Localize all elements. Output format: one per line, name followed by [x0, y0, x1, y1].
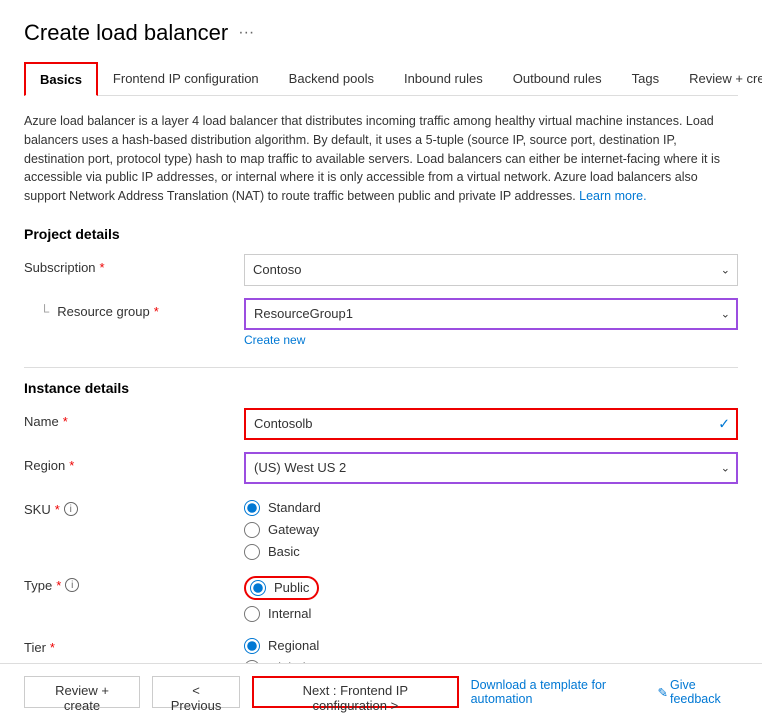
- type-control: Public Internal: [244, 572, 738, 622]
- sku-standard-label: Standard: [268, 500, 321, 515]
- region-control: (US) West US 2 ⌄: [244, 452, 738, 484]
- instance-details-title: Instance details: [24, 380, 738, 396]
- tab-frontend-ip[interactable]: Frontend IP configuration: [98, 62, 274, 96]
- tier-regional-option[interactable]: Regional: [244, 638, 738, 654]
- subscription-label: Subscription *: [24, 254, 244, 275]
- name-input[interactable]: [244, 408, 738, 440]
- type-radio-group: Public Internal: [244, 572, 738, 622]
- resource-group-required: *: [154, 304, 159, 319]
- resource-group-row: Resource group * ResourceGroup1 ⌄ Create…: [24, 298, 738, 347]
- region-select[interactable]: (US) West US 2: [244, 452, 738, 484]
- tab-review-create[interactable]: Review + create: [674, 62, 762, 96]
- footer: Review + create < Previous Next : Fronte…: [0, 663, 762, 720]
- tab-outbound-rules[interactable]: Outbound rules: [498, 62, 617, 96]
- feedback-link[interactable]: ✎ Give feedback: [658, 678, 739, 706]
- name-check-icon: ✓: [718, 415, 730, 432]
- tier-label: Tier *: [24, 634, 244, 655]
- sku-basic-radio[interactable]: [244, 544, 260, 560]
- name-required: *: [63, 414, 68, 429]
- region-row: Region * (US) West US 2 ⌄: [24, 452, 738, 484]
- sku-gateway-label: Gateway: [268, 522, 319, 537]
- subscription-row: Subscription * Contoso ⌄: [24, 254, 738, 286]
- type-public-radio[interactable]: [250, 580, 266, 596]
- type-label: Type * i: [24, 572, 244, 593]
- type-internal-option[interactable]: Internal: [244, 606, 738, 622]
- sku-radio-group: Standard Gateway Basic: [244, 496, 738, 560]
- feedback-label: Give feedback: [670, 678, 738, 706]
- name-control: ✓: [244, 408, 738, 440]
- sku-basic-label: Basic: [268, 544, 300, 559]
- tab-backend-pools[interactable]: Backend pools: [274, 62, 389, 96]
- tier-regional-radio[interactable]: [244, 638, 260, 654]
- subscription-control: Contoso ⌄: [244, 254, 738, 286]
- review-create-button[interactable]: Review + create: [24, 676, 140, 708]
- sku-basic-option[interactable]: Basic: [244, 544, 738, 560]
- tier-regional-label: Regional: [268, 638, 319, 653]
- project-details-section: Project details Subscription * Contoso ⌄: [24, 226, 738, 347]
- sku-row: SKU * i Standard Gateway: [24, 496, 738, 560]
- tier-control: Regional Global: [244, 634, 738, 663]
- sku-gateway-radio[interactable]: [244, 522, 260, 538]
- subscription-required: *: [100, 260, 105, 275]
- tab-tags[interactable]: Tags: [617, 62, 674, 96]
- page-title: Create load balancer: [24, 20, 228, 46]
- learn-more-link[interactable]: Learn more.: [579, 189, 646, 203]
- resource-group-control: ResourceGroup1 ⌄ Create new: [244, 298, 738, 347]
- subscription-select[interactable]: Contoso: [244, 254, 738, 286]
- sku-standard-radio[interactable]: [244, 500, 260, 516]
- tab-inbound-rules[interactable]: Inbound rules: [389, 62, 498, 96]
- sku-info-icon[interactable]: i: [64, 502, 78, 516]
- tab-basics[interactable]: Basics: [24, 62, 98, 96]
- download-template-link[interactable]: Download a template for automation: [471, 678, 646, 706]
- tier-row: Tier * Regional Global: [24, 634, 738, 663]
- resource-group-label: Resource group *: [40, 298, 244, 319]
- type-internal-radio[interactable]: [244, 606, 260, 622]
- region-label: Region *: [24, 452, 244, 473]
- create-new-link[interactable]: Create new: [244, 333, 738, 347]
- sku-gateway-option[interactable]: Gateway: [244, 522, 738, 538]
- name-row: Name * ✓: [24, 408, 738, 440]
- sku-required: *: [55, 502, 60, 517]
- name-label: Name *: [24, 408, 244, 429]
- sku-standard-option[interactable]: Standard: [244, 500, 738, 516]
- page-title-ellipsis[interactable]: ···: [238, 24, 254, 42]
- instance-details-section: Instance details Name * ✓ Region: [24, 380, 738, 663]
- resource-group-select[interactable]: ResourceGroup1: [244, 298, 738, 330]
- next-button[interactable]: Next : Frontend IP configuration >: [252, 676, 458, 708]
- previous-button[interactable]: < Previous: [152, 676, 240, 708]
- tier-required: *: [50, 640, 55, 655]
- tier-radio-group: Regional Global: [244, 634, 738, 663]
- type-row: Type * i Public Inte: [24, 572, 738, 622]
- description-text: Azure load balancer is a layer 4 load ba…: [24, 112, 738, 206]
- sku-control: Standard Gateway Basic: [244, 496, 738, 560]
- feedback-icon: ✎: [658, 685, 668, 700]
- type-public-label: Public: [274, 580, 309, 595]
- sku-label: SKU * i: [24, 496, 244, 517]
- type-public-outlined: Public: [244, 576, 319, 600]
- type-public-option[interactable]: Public: [244, 576, 738, 600]
- tabs-nav: Basics Frontend IP configuration Backend…: [24, 62, 738, 96]
- type-required: *: [56, 578, 61, 593]
- footer-links: Download a template for automation ✎ Giv…: [471, 678, 738, 706]
- project-details-title: Project details: [24, 226, 738, 242]
- type-info-icon[interactable]: i: [65, 578, 79, 592]
- region-required: *: [69, 458, 74, 473]
- type-internal-label: Internal: [268, 606, 311, 621]
